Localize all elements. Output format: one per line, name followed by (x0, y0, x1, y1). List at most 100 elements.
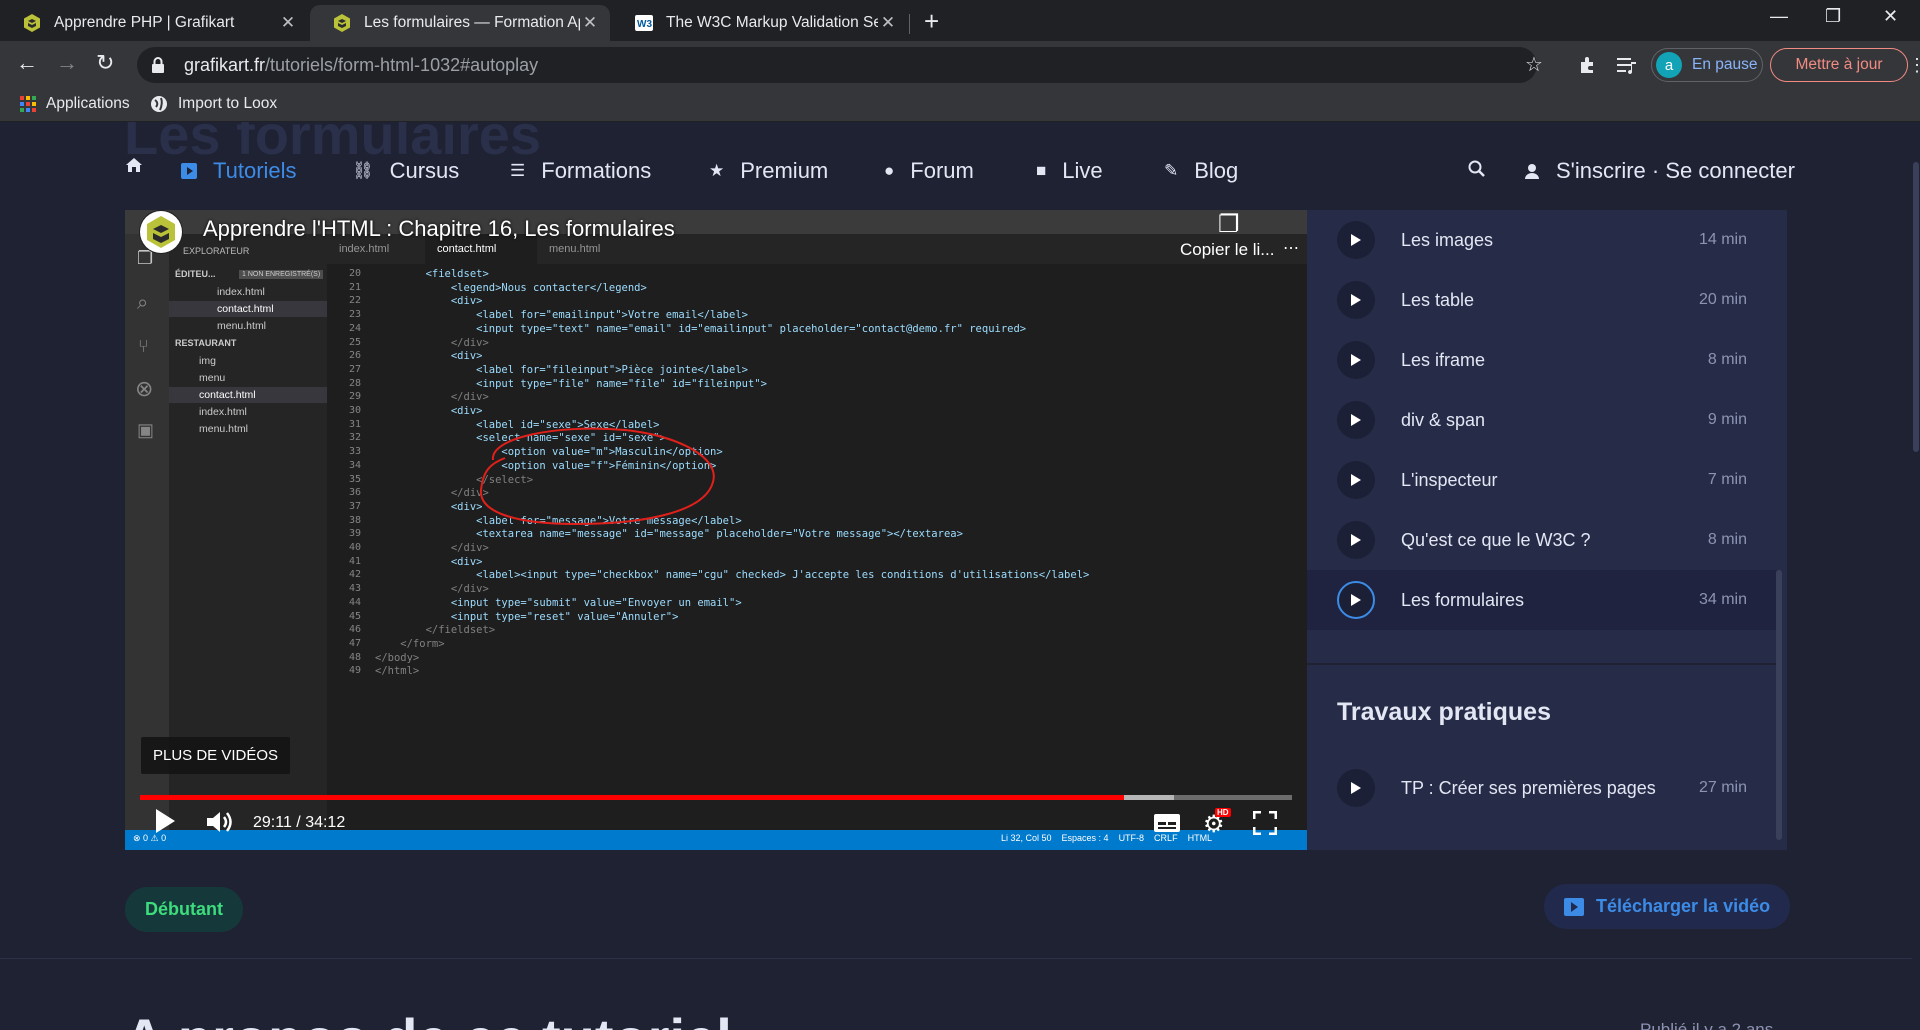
chrome-menu-icon[interactable]: ⋮ (1908, 55, 1920, 76)
settings-gear-icon[interactable]: ⚙ HD (1203, 808, 1231, 839)
reload-icon[interactable]: ↻ (96, 50, 114, 76)
nav-premium[interactable]: ★ Premium (709, 158, 828, 184)
nav-label: Cursus (389, 158, 460, 183)
line-number: 46 (348, 624, 361, 636)
play-icon[interactable] (1337, 581, 1375, 619)
playlist-item[interactable]: Les images 14 min (1307, 210, 1777, 270)
volume-icon[interactable] (205, 809, 235, 840)
line-number: 39 (348, 528, 361, 540)
close-tab-icon[interactable]: ✕ (278, 13, 298, 33)
camera-icon: ■ (1036, 161, 1047, 180)
copy-link-icon[interactable]: ❐ (1218, 210, 1240, 239)
red-annotation-circle (479, 427, 715, 526)
lock-icon[interactable] (151, 57, 165, 73)
play-icon[interactable] (153, 807, 177, 840)
playlist-item-duration: 20 min (1698, 291, 1747, 308)
play-icon[interactable] (1337, 521, 1375, 559)
bookmark-import-to-loox[interactable]: Import to Loox (150, 95, 277, 113)
playlist-item-title: Les table (1401, 289, 1475, 310)
playlist-item[interactable]: Les table 20 min (1307, 270, 1777, 330)
playlist-item-title: div & span (1401, 409, 1486, 430)
bookmark-label: Applications (46, 95, 130, 112)
playlist-item[interactable]: Qu'est ce que le W3C ? 8 min (1307, 510, 1777, 570)
bookmark-applications[interactable]: Applications (20, 95, 130, 113)
profile-paused-button[interactable]: a En pause (1651, 48, 1763, 82)
playlist-item[interactable]: div & span 9 min (1307, 390, 1777, 450)
download-video-button[interactable]: Télécharger la vidéo (1544, 884, 1791, 929)
globe-icon (151, 96, 167, 112)
update-button-label: Mettre à jour (1795, 56, 1883, 73)
play-icon[interactable] (1337, 341, 1375, 379)
code-line: <input type="submit" value="Envoyer un e… (375, 596, 742, 609)
search-icon: ⌕ (137, 292, 149, 314)
code-line: <legend>Nous contacter</legend> (375, 281, 647, 294)
play-icon[interactable] (1337, 769, 1375, 807)
code-line: <div> (375, 295, 483, 308)
tab-separator (909, 14, 910, 34)
play-icon[interactable] (1337, 461, 1375, 499)
browser-tab-php[interactable]: Apprendre PHP | Grafikart ✕ (0, 5, 308, 41)
code-line: </div> (375, 542, 489, 554)
nav-label: Premium (740, 158, 829, 183)
forward-arrow-icon[interactable]: → (56, 50, 78, 76)
update-button[interactable]: Mettre à jour (1770, 48, 1908, 82)
play-icon[interactable] (1337, 401, 1375, 439)
playlist-item[interactable]: Les formulaires 34 min (1307, 570, 1777, 630)
code-line: <input type="reset" value="Annuler"> (375, 610, 679, 623)
section-title: Travaux pratiques (1337, 698, 1551, 726)
page-scrollbar[interactable] (1912, 122, 1920, 1030)
video-title[interactable]: Apprendre l'HTML : Chapitre 16, Les form… (203, 216, 675, 242)
media-queue-icon[interactable] (1616, 55, 1638, 75)
nav-tutoriels[interactable]: Tutoriels (181, 158, 297, 184)
close-window-icon[interactable]: ✕ (1883, 6, 1898, 27)
restore-window-icon[interactable]: ❐ (1825, 6, 1841, 27)
search-icon[interactable] (1468, 160, 1486, 178)
playlist-item[interactable]: Les iframe 8 min (1307, 330, 1777, 390)
back-arrow-icon[interactable]: ← (16, 50, 38, 76)
address-bar[interactable]: grafikart.fr/tutoriels/form-html-1032#au… (137, 47, 1537, 83)
line-number: 44 (348, 596, 361, 608)
playlist-item-duration: 8 min (1707, 531, 1747, 548)
home-icon[interactable] (125, 156, 143, 174)
browser-tab-w3c[interactable]: W3 The W3C Markup Validation Service ✕ (612, 5, 908, 41)
nav-live[interactable]: ■ Live (1036, 158, 1103, 184)
playlist-item[interactable]: L'inspecteur 7 min (1307, 450, 1777, 510)
nav-formations[interactable]: ☰ Formations (510, 158, 651, 184)
playlist-item-duration: 9 min (1707, 411, 1747, 428)
w3c-favicon-icon: W3 (635, 15, 653, 31)
hd-badge-icon: HD (1215, 808, 1231, 817)
tp-item[interactable]: TP : Créer ses premières pages 27 min (1307, 758, 1777, 818)
playlist-scrollbar[interactable] (1776, 210, 1782, 850)
close-tab-icon[interactable]: ✕ (580, 13, 600, 33)
close-tab-icon[interactable]: ✕ (878, 13, 898, 33)
nav-cursus[interactable]: ⛓ Cursus (352, 158, 459, 184)
code-line: </div> (375, 487, 489, 500)
subtitles-icon[interactable] (1153, 812, 1181, 839)
nav-forum[interactable]: ● Forum (884, 158, 974, 184)
extensions-puzzle-icon[interactable] (1577, 54, 1599, 76)
auth-link[interactable]: S'inscrire · Se connecter (1524, 158, 1795, 184)
playlist-item-duration: 34 min (1698, 591, 1747, 608)
code-line: <div> (375, 405, 483, 417)
channel-logo[interactable] (139, 210, 183, 254)
play-icon[interactable] (1337, 221, 1375, 259)
bookmark-star-icon[interactable]: ☆ (1525, 52, 1543, 77)
line-number: 33 (348, 446, 361, 458)
playlist-item-title: L'inspecteur (1401, 469, 1498, 490)
published-date: Publié il y a 2 ans (1640, 1020, 1774, 1030)
more-options-icon[interactable]: ⋯ (1283, 238, 1299, 258)
fullscreen-icon[interactable] (1252, 810, 1278, 840)
play-icon[interactable] (1337, 281, 1375, 319)
video-player[interactable]: ❐ ⌕ ⑂ ⊗ ▣ EXPLORATEUR ÉDITEU... 1 NON EN… (125, 210, 1307, 850)
line-number: 34 (348, 459, 361, 471)
nav-blog[interactable]: ✎ Blog (1164, 158, 1238, 184)
more-videos-button[interactable]: PLUS DE VIDÉOS (141, 737, 291, 774)
line-number: 37 (348, 500, 361, 512)
browser-tab-formulaires[interactable]: Les formulaires — Formation Apprendre l'… (310, 5, 610, 41)
sitemap-icon: ⛓ (352, 161, 374, 180)
file-item: index.html (199, 406, 247, 418)
copy-link-label[interactable]: Copier le li... (1180, 240, 1274, 260)
progress-bar[interactable] (140, 795, 1292, 800)
new-tab-plus-icon[interactable]: + (924, 6, 939, 37)
minimize-window-icon[interactable]: — (1770, 6, 1788, 27)
